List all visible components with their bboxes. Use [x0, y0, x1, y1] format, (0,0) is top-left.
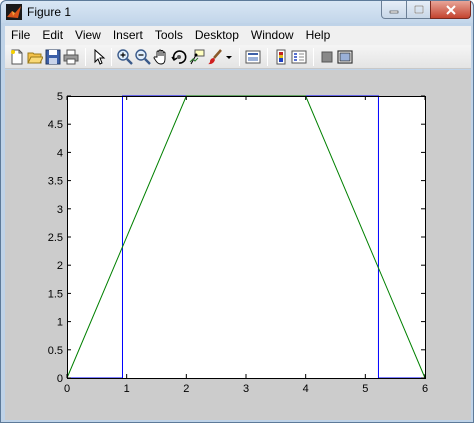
toolbar-separator — [85, 48, 86, 66]
menu-edit[interactable]: Edit — [36, 26, 69, 45]
figure-canvas: 0 1 2 3 4 5 6 0 0.5 1 1.5 2 2.5 3 3.5 4 4.5 5 — [5, 70, 471, 420]
colorbar-icon[interactable] — [273, 49, 289, 65]
rotate-3d-icon[interactable] — [171, 49, 187, 65]
figure-toolbar — [5, 45, 471, 69]
y-tick-label: 4.5 — [48, 119, 63, 131]
x-tick-label: 1 — [124, 383, 130, 395]
close-icon — [445, 4, 456, 15]
print-icon[interactable] — [63, 49, 79, 65]
x-tick-label: 3 — [243, 383, 249, 395]
y-tick-label: 1 — [57, 317, 63, 329]
menu-file[interactable]: File — [5, 26, 36, 45]
brush-dropdown-icon[interactable] — [225, 49, 233, 65]
close-button[interactable] — [430, 1, 471, 19]
menu-help[interactable]: Help — [300, 26, 337, 45]
menu-insert[interactable]: Insert — [107, 26, 149, 45]
menu-view[interactable]: View — [69, 26, 107, 45]
new-figure-icon[interactable] — [9, 49, 25, 65]
maximize-button[interactable] — [406, 1, 431, 19]
zoom-out-icon[interactable] — [135, 49, 151, 65]
y-tick-label: 1.5 — [48, 288, 63, 300]
menu-tools[interactable]: Tools — [149, 26, 189, 45]
x-tick-label: 2 — [183, 383, 189, 395]
menu-bar: File Edit View Insert Tools Desktop Wind… — [5, 26, 471, 45]
title-bar[interactable]: Figure 1 — [1, 1, 473, 23]
toolbar-separator — [111, 48, 112, 66]
minimize-button[interactable] — [381, 1, 407, 19]
legend-icon[interactable] — [291, 49, 307, 65]
toolbar-separator — [313, 48, 314, 66]
edit-plot-arrow-icon[interactable] — [91, 49, 107, 65]
plot-svg: 0 1 2 3 4 5 6 0 0.5 1 1.5 2 2.5 3 3.5 4 4.5 5 — [48, 91, 428, 395]
axes-background[interactable] — [67, 96, 425, 378]
x-tick-label: 4 — [303, 383, 309, 395]
hide-plot-tools-icon[interactable] — [319, 49, 335, 65]
pan-hand-icon[interactable] — [153, 49, 169, 65]
window-title: Figure 1 — [27, 5, 72, 19]
link-plot-icon[interactable] — [245, 49, 261, 65]
x-tick-label: 0 — [64, 383, 70, 395]
data-cursor-icon[interactable] — [189, 49, 205, 65]
toolbar-separator — [267, 48, 268, 66]
y-tick-label: 3.5 — [48, 176, 63, 188]
maximize-icon — [413, 5, 424, 14]
y-tick-label: 2.5 — [48, 232, 63, 244]
toolbar-separator — [239, 48, 240, 66]
menu-window[interactable]: Window — [245, 26, 300, 45]
save-icon[interactable] — [45, 49, 61, 65]
open-file-icon[interactable] — [27, 49, 43, 65]
y-tick-label: 0 — [57, 373, 63, 385]
matlab-logo-icon — [6, 4, 22, 20]
x-tick-label: 6 — [422, 383, 428, 395]
figure-window: Figure 1 File Edit View Insert Tools Des… — [0, 0, 474, 423]
show-plot-tools-icon[interactable] — [337, 49, 353, 65]
x-tick-label: 5 — [362, 383, 368, 395]
zoom-in-icon[interactable] — [117, 49, 133, 65]
menu-desktop[interactable]: Desktop — [189, 26, 245, 45]
y-tick-label: 5 — [57, 91, 63, 103]
y-tick-label: 0.5 — [48, 345, 63, 357]
y-tick-label: 4 — [57, 147, 63, 159]
y-tick-label: 3 — [57, 204, 63, 216]
brush-icon[interactable] — [207, 49, 223, 65]
minimize-icon — [389, 10, 399, 13]
y-tick-label: 2 — [57, 260, 63, 272]
